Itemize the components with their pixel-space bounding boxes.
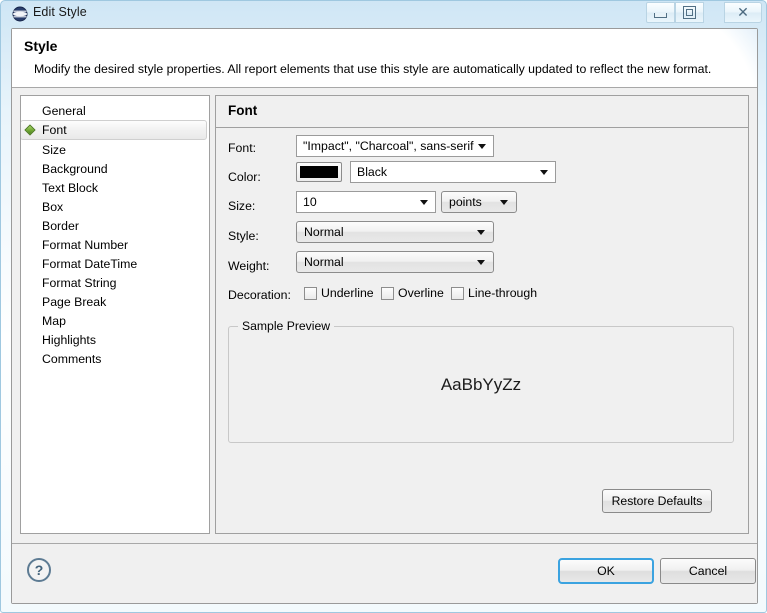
page-description: Modify the desired style properties. All… bbox=[34, 62, 712, 76]
tree-item-map[interactable]: Map bbox=[21, 311, 209, 330]
font-weight-select[interactable]: Normal bbox=[296, 251, 494, 273]
minimize-icon bbox=[654, 12, 667, 18]
tree-item-label: Highlights bbox=[42, 332, 96, 347]
chevron-down-icon bbox=[420, 200, 428, 205]
size-units-select[interactable]: points bbox=[441, 191, 517, 213]
font-label: Font: bbox=[228, 141, 257, 155]
weight-label: Weight: bbox=[228, 259, 270, 273]
tree-item-label: Font bbox=[42, 123, 67, 137]
checkbox-box-icon bbox=[451, 286, 464, 300]
checkbox-label: Line-through bbox=[468, 286, 538, 300]
checkbox-underline[interactable]: Underline bbox=[304, 286, 374, 300]
app-globe-icon bbox=[12, 6, 28, 22]
tree-item-label: Box bbox=[42, 199, 64, 214]
font-style-select[interactable]: Normal bbox=[296, 221, 494, 243]
tree-item-label: Text Block bbox=[42, 180, 99, 195]
help-icon[interactable]: ? bbox=[27, 558, 51, 582]
font-style-value: Normal bbox=[304, 225, 344, 239]
restore-icon bbox=[683, 6, 696, 19]
size-label: Size: bbox=[228, 199, 256, 213]
tree-item-page-break[interactable]: Page Break bbox=[21, 292, 209, 311]
help-glyph: ? bbox=[34, 562, 44, 578]
tree-item-label: Size bbox=[42, 142, 66, 157]
dialog-body: Style Modify the desired style propertie… bbox=[11, 28, 758, 604]
chevron-down-icon bbox=[540, 170, 548, 175]
chevron-down-icon bbox=[477, 230, 485, 235]
main-area: General Font Size Background Text Block … bbox=[12, 88, 757, 543]
font-weight-value: Normal bbox=[304, 255, 344, 269]
section-divider bbox=[216, 127, 748, 128]
decoration-label: Decoration: bbox=[228, 288, 291, 302]
tree-item-format-datetime[interactable]: Format DateTime bbox=[21, 254, 209, 273]
header-decoration bbox=[567, 29, 757, 87]
cancel-button[interactable]: Cancel bbox=[660, 558, 756, 584]
tree-item-label: General bbox=[42, 103, 86, 118]
window-title: Edit Style bbox=[33, 5, 87, 19]
close-icon: ✕ bbox=[737, 4, 749, 21]
chevron-down-icon bbox=[477, 260, 485, 265]
tree-item-label: Page Break bbox=[42, 294, 107, 309]
color-name-combo[interactable]: Black bbox=[350, 161, 556, 183]
chevron-down-icon bbox=[478, 144, 486, 149]
sample-preview-group: Sample Preview AaBbYyZz bbox=[228, 319, 734, 443]
ok-label: OK bbox=[597, 564, 615, 578]
font-size-combo[interactable]: 10 bbox=[296, 191, 436, 213]
dialog-window: Edit Style ✕ Style Modify the desired st… bbox=[0, 0, 767, 613]
size-units-value: points bbox=[449, 195, 482, 209]
title-bar: Edit Style ✕ bbox=[1, 1, 767, 27]
font-settings-panel: Font Font: "Impact", "Charcoal", sans-se… bbox=[215, 95, 749, 534]
cancel-label: Cancel bbox=[688, 564, 728, 578]
color-swatch-fill bbox=[300, 166, 338, 178]
tree-item-size[interactable]: Size bbox=[21, 140, 209, 159]
style-label: Style: bbox=[228, 229, 259, 243]
font-family-combo[interactable]: "Impact", "Charcoal", sans-serif bbox=[296, 135, 494, 157]
dialog-footer: ? OK Cancel bbox=[12, 544, 757, 603]
sample-preview-text: AaBbYyZz bbox=[440, 374, 522, 394]
tree-item-background[interactable]: Background bbox=[21, 159, 209, 178]
checkbox-overline[interactable]: Overline bbox=[381, 286, 444, 300]
tree-item-label: Comments bbox=[42, 351, 102, 366]
tree-item-label: Format String bbox=[42, 275, 117, 290]
color-swatch-button[interactable] bbox=[296, 162, 342, 182]
checkbox-label: Overline bbox=[398, 286, 444, 300]
tree-item-label: Map bbox=[42, 313, 66, 328]
restore-button[interactable] bbox=[675, 2, 704, 23]
tree-item-highlights[interactable]: Highlights bbox=[21, 330, 209, 349]
chevron-down-icon bbox=[500, 200, 508, 205]
tree-item-text-block[interactable]: Text Block bbox=[21, 178, 209, 197]
font-size-value: 10 bbox=[303, 195, 317, 209]
tree-item-border[interactable]: Border bbox=[21, 216, 209, 235]
tree-item-label: Background bbox=[42, 161, 108, 176]
page-title: Style bbox=[24, 38, 58, 54]
tree-item-box[interactable]: Box bbox=[21, 197, 209, 216]
tree-item-format-string[interactable]: Format String bbox=[21, 273, 209, 292]
settings-tree[interactable]: General Font Size Background Text Block … bbox=[20, 95, 210, 534]
restore-defaults-label: Restore Defaults bbox=[611, 494, 703, 508]
checkbox-line-through[interactable]: Line-through bbox=[451, 286, 537, 300]
restore-defaults-button[interactable]: Restore Defaults bbox=[602, 489, 712, 513]
tree-item-label: Format DateTime bbox=[42, 256, 138, 271]
minimize-button[interactable] bbox=[646, 2, 675, 23]
color-label: Color: bbox=[228, 170, 261, 184]
font-family-value: "Impact", "Charcoal", sans-serif bbox=[303, 139, 474, 153]
tree-item-label: Border bbox=[42, 218, 79, 233]
checkbox-box-icon bbox=[304, 286, 317, 300]
tree-item-comments[interactable]: Comments bbox=[21, 349, 209, 368]
checkbox-box-icon bbox=[381, 286, 394, 300]
checkbox-label: Underline bbox=[321, 286, 374, 300]
section-title: Font bbox=[228, 103, 258, 118]
tree-item-font[interactable]: Font bbox=[21, 120, 207, 140]
selected-diamond-icon bbox=[24, 124, 36, 136]
close-button[interactable]: ✕ bbox=[724, 2, 762, 23]
dialog-header: Style Modify the desired style propertie… bbox=[12, 29, 757, 87]
tree-item-label: Format Number bbox=[42, 237, 129, 252]
color-name-value: Black bbox=[357, 165, 388, 179]
ok-button[interactable]: OK bbox=[558, 558, 654, 584]
tree-item-format-number[interactable]: Format Number bbox=[21, 235, 209, 254]
tree-item-general[interactable]: General bbox=[21, 101, 209, 120]
